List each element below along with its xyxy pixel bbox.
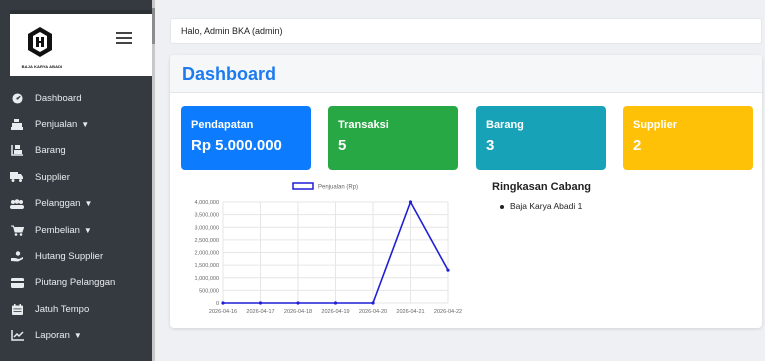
stat-label: Barang: [486, 119, 524, 131]
legend-label: Penjualan (Rp): [318, 185, 358, 191]
sidebar-item-label: Laporan: [35, 330, 70, 342]
x-tick-label: 2026-04-16: [209, 309, 237, 315]
y-tick-label: 4,000,000: [195, 200, 219, 206]
stat-card-barang[interactable]: Barang 3: [476, 106, 606, 170]
data-point: [446, 268, 450, 272]
dashboard-icon: [10, 92, 24, 104]
legend-swatch: [292, 182, 314, 190]
sidebar-item-penjualan[interactable]: Penjualan ▼: [10, 111, 152, 137]
credit-card-icon: [10, 277, 24, 289]
x-tick-label: 2026-04-21: [396, 309, 424, 315]
brand-name: BAJA KARYA ABADI: [21, 64, 63, 69]
y-tick-label: 1,000,000: [195, 276, 219, 282]
data-point: [258, 301, 263, 305]
sidebar-item-dashboard[interactable]: Dashboard: [10, 85, 152, 111]
dashboard-card: Dashboard Pendapatan Rp 5.000.000 Transa…: [170, 55, 762, 328]
chevron-down-icon: ▼: [73, 331, 82, 341]
y-tick-label: 3,500,000: [195, 213, 219, 219]
branch-summary-title: Ringkasan Cabang: [492, 181, 592, 193]
sidebar-item-barang[interactable]: Barang: [10, 138, 152, 164]
branch-summary-list: Baja Karya Abadi 1: [500, 201, 582, 211]
card-header: Dashboard: [170, 55, 762, 93]
data-point: [221, 301, 225, 305]
main-content: Halo, Admin BKA (admin) Dashboard Pendap…: [155, 0, 765, 361]
cart-icon: [10, 224, 24, 236]
y-tick-label: 500,000: [199, 288, 219, 294]
stat-card-supplier[interactable]: Supplier 2: [623, 106, 753, 170]
stat-card-transaksi[interactable]: Transaksi 5: [328, 106, 458, 170]
sidebar-item-label: Pelanggan: [35, 198, 81, 210]
y-tick-label: 0: [216, 301, 219, 307]
sidebar-item-label: Supplier: [35, 171, 70, 183]
y-tick-label: 2,500,000: [195, 238, 219, 244]
sidebar-item-piutang-pelanggan[interactable]: Piutang Pelanggan: [10, 270, 152, 296]
hand-holding-icon: [10, 251, 24, 263]
sidebar-item-laporan[interactable]: Laporan ▼: [10, 323, 152, 349]
sidebar-item-label: Dashboard: [35, 92, 82, 104]
sidebar-item-label: Hutang Supplier: [35, 251, 104, 263]
line-chart-icon: [10, 330, 24, 342]
cash-register-icon: [10, 119, 24, 131]
sidebar-item-jatuh-tempo[interactable]: Jatuh Tempo: [10, 296, 152, 322]
stat-value: 5: [338, 137, 347, 154]
stat-value: Rp 5.000.000: [191, 137, 282, 154]
sidebar-item-label: Barang: [35, 145, 66, 157]
sidebar-item-label: Piutang Pelanggan: [35, 277, 116, 289]
stat-value: 3: [486, 137, 495, 154]
dolly-boxes-icon: [10, 145, 24, 157]
stat-card-pendapatan[interactable]: Pendapatan Rp 5.000.000: [181, 106, 311, 170]
stat-label: Transaksi: [338, 119, 389, 131]
sidebar-item-supplier[interactable]: Supplier: [10, 164, 152, 190]
calendar-icon: [10, 303, 24, 315]
sidebar: BAJA KARYA ABADI Dashboard Penjualan ▼ B…: [0, 0, 155, 361]
y-tick-label: 1,500,000: [195, 263, 219, 269]
top-navbar: Halo, Admin BKA (admin): [170, 18, 762, 44]
x-tick-label: 2026-04-20: [359, 309, 387, 315]
y-tick-label: 3,000,000: [195, 225, 219, 231]
data-point: [408, 200, 413, 204]
brand-logo-icon: [28, 27, 52, 57]
stat-label: Pendapatan: [191, 119, 254, 131]
sidebar-item-pelanggan[interactable]: Pelanggan ▼: [10, 191, 152, 217]
sidebar-item-label: Jatuh Tempo: [35, 303, 90, 315]
chevron-down-icon: ▼: [81, 120, 90, 130]
list-item: Baja Karya Abadi 1: [500, 201, 582, 211]
sidebar-menu: Dashboard Penjualan ▼ Barang Supplier Pe…: [10, 85, 152, 349]
sidebar-brand: BAJA KARYA ABADI: [10, 10, 152, 76]
sidebar-item-label: Penjualan: [35, 119, 78, 131]
stat-label: Supplier: [633, 119, 678, 131]
user-greeting: Halo, Admin BKA (admin): [181, 26, 283, 36]
users-icon: [10, 198, 24, 210]
y-tick-label: 2,000,000: [195, 251, 219, 257]
sidebar-item-label: Pembelian: [35, 224, 80, 236]
page-title: Dashboard: [182, 64, 277, 84]
chevron-down-icon: ▼: [84, 199, 93, 209]
stat-value: 2: [633, 137, 642, 154]
sidebar-item-hutang-supplier[interactable]: Hutang Supplier: [10, 243, 152, 269]
x-tick-label: 2026-04-22: [434, 309, 462, 315]
menu-toggle-icon[interactable]: [116, 32, 132, 44]
chevron-down-icon: ▼: [83, 225, 92, 235]
bullet-icon: [500, 204, 504, 209]
sidebar-item-pembelian[interactable]: Pembelian ▼: [10, 217, 152, 243]
data-point: [371, 301, 375, 305]
data-point: [296, 301, 300, 305]
x-tick-label: 2026-04-18: [284, 309, 312, 315]
data-point: [333, 301, 338, 305]
branch-name: Baja Karya Abadi 1: [510, 201, 583, 211]
x-tick-label: 2026-04-17: [246, 309, 274, 315]
truck-icon: [10, 171, 24, 183]
x-tick-label: 2026-04-19: [321, 309, 349, 315]
sales-line-chart: 0 500,000 1,000,000 1,500,000 2,000,000 2,500…: [195, 182, 462, 315]
